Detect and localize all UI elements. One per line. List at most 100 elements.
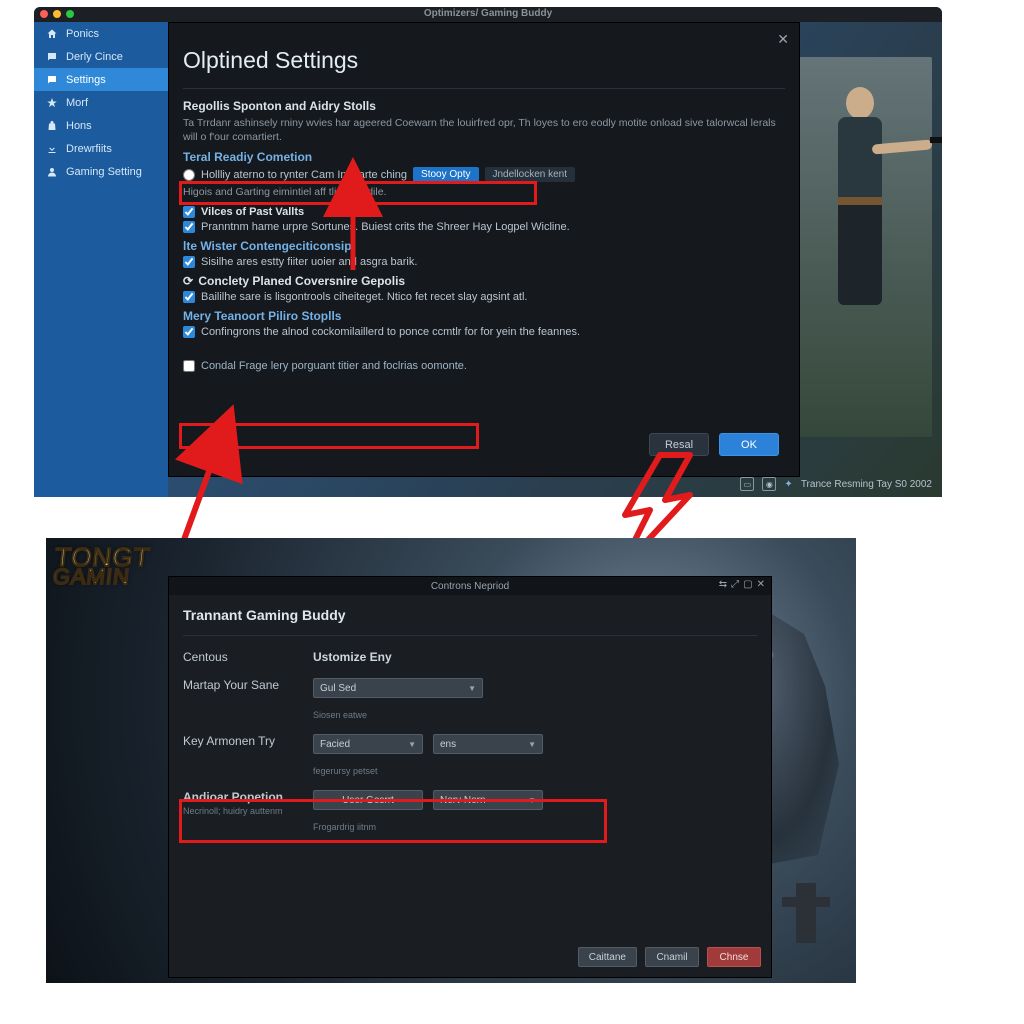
continue-button[interactable]: Caittane bbox=[578, 947, 637, 967]
window-title: Optimizers/ Gaming Buddy bbox=[34, 8, 942, 19]
sidebar-item-morf[interactable]: Morf bbox=[34, 91, 168, 114]
sidebar-item-label: Gaming Setting bbox=[66, 166, 142, 178]
checkbox-row[interactable]: Confingrons the alnod cockomilaillerd to… bbox=[183, 326, 785, 338]
sidebar-item-settings[interactable]: Settings bbox=[34, 68, 168, 91]
sidebar-item-label: Drewrfiits bbox=[66, 143, 112, 155]
checkbox-input[interactable] bbox=[183, 206, 195, 218]
checkbox-label: Condal Frage lery porguant titier and fo… bbox=[201, 360, 467, 372]
section-heading: ⟳ Conclety Planed Coversnire Gepolis bbox=[183, 274, 785, 288]
radio-label: Hollliy aterno to rynter Cam In Marte ch… bbox=[201, 169, 407, 181]
close-button[interactable]: Chnse bbox=[707, 947, 761, 967]
form-label: Andioar Popetion bbox=[183, 790, 313, 804]
checkbox-label: Confingrons the alnod cockomilaillerd to… bbox=[201, 326, 580, 338]
checkbox-row[interactable]: Pranntnm hame urpre Sortunes. Buiest cri… bbox=[183, 221, 785, 233]
status-text: Trance Resming Tay S0 2002 bbox=[801, 479, 932, 490]
checkbox-row[interactable]: Vilces of Past Vallts bbox=[183, 206, 785, 218]
ok-button[interactable]: OK bbox=[719, 433, 779, 456]
option-pill[interactable]: Jndellocken kent bbox=[485, 167, 576, 182]
radio-input[interactable] bbox=[183, 169, 195, 181]
form-label: Martap Your Sane bbox=[183, 678, 313, 692]
option-pill[interactable]: Stooy Opty bbox=[413, 167, 478, 182]
chat-icon bbox=[46, 74, 58, 86]
reset-button[interactable]: Resal bbox=[649, 433, 709, 456]
checkbox-row[interactable]: Condal Frage lery porguant titier and fo… bbox=[183, 360, 785, 372]
select-dropdown[interactable]: ens▼ bbox=[433, 734, 543, 754]
sidebar-item-ponics[interactable]: Ponics bbox=[34, 22, 168, 45]
status-bar: ▭ ◉ ✦ Trance Resming Tay S0 2002 bbox=[740, 477, 932, 491]
cancel-button[interactable]: Cnamil bbox=[645, 947, 699, 967]
game-hero-art bbox=[792, 57, 932, 437]
window-title: Controns Nepriod bbox=[431, 581, 509, 592]
select-dropdown[interactable]: Nerv Norn▼ bbox=[433, 790, 543, 810]
user-icon bbox=[46, 166, 58, 178]
form-hint: Siosen eatwe bbox=[313, 710, 483, 720]
section-heading: lte Wister Contengeciticonsip bbox=[183, 239, 785, 253]
sidebar: Ponics Derly Cince Settings Morf Hons Dr… bbox=[34, 22, 168, 497]
section-heading: Regollis Sponton and Aidry Stolls bbox=[183, 99, 785, 113]
maximize-icon[interactable]: ▢ bbox=[743, 579, 752, 590]
sync-icon[interactable]: ⇆ bbox=[719, 579, 727, 590]
grave-cross-art bbox=[796, 883, 816, 943]
sidebar-item-downloads[interactable]: Drewrfiits bbox=[34, 137, 168, 160]
close-icon[interactable]: ✕ bbox=[757, 579, 765, 590]
checkbox-row[interactable]: Sisilhe ares estty fiiter uoier and asgr… bbox=[183, 256, 785, 268]
radio-row[interactable]: Hollliy aterno to rynter Cam In Marte ch… bbox=[183, 167, 785, 182]
camera-icon[interactable]: ◉ bbox=[762, 477, 776, 491]
form-row: Martap Your Sane Gul Sed▼ Siosen eatwe bbox=[183, 678, 757, 720]
window-titlebar: Controns Nepriod ⇆ ⤢ ▢ ✕ bbox=[169, 577, 771, 595]
panel-heading: Trannant Gaming Buddy bbox=[183, 607, 757, 623]
form-hint: Frogardrig iitnm bbox=[313, 822, 543, 832]
sidebar-item-gaming-setting[interactable]: Gaming Setting bbox=[34, 160, 168, 183]
form-hint: fegerursy petset bbox=[313, 766, 543, 776]
form-row: Key Armonen Try Facied▼ ens▼ fegerursy p… bbox=[183, 734, 757, 776]
dialog-title: Olptined Settings bbox=[183, 47, 785, 74]
checkbox-label: Sisilhe ares estty fiiter uoier and asgr… bbox=[201, 256, 417, 268]
sidebar-item-label: Hons bbox=[66, 120, 92, 132]
checkbox-input[interactable] bbox=[183, 221, 195, 233]
checkbox-label: Pranntnm hame urpre Sortunes. Buiest cri… bbox=[201, 221, 570, 233]
checkbox-input[interactable] bbox=[183, 256, 195, 268]
settings-dialog: ✕ Olptined Settings Regollis Sponton and… bbox=[168, 22, 800, 477]
form-value: Ustomize Eny bbox=[313, 650, 392, 664]
refresh-icon: ⟳ bbox=[183, 274, 195, 288]
select-dropdown[interactable]: Gul Sed▼ bbox=[313, 678, 483, 698]
section-description: Ta Trrdanr ashinsely rniny wvies har age… bbox=[183, 116, 785, 144]
section-heading: Mery Teanoort Piliro Stoplls bbox=[183, 309, 785, 323]
titlebar: Optimizers/ Gaming Buddy bbox=[34, 7, 942, 22]
form-sublabel: Necrinoll; huidry auttenm bbox=[183, 806, 313, 816]
checkbox-input[interactable] bbox=[183, 326, 195, 338]
sidebar-item-label: Settings bbox=[66, 74, 106, 86]
restore-icon[interactable]: ⤢ bbox=[731, 579, 739, 590]
monitor-icon[interactable]: ▭ bbox=[740, 477, 754, 491]
checkbox-input[interactable] bbox=[183, 360, 195, 372]
star-icon bbox=[46, 97, 58, 109]
chat-icon bbox=[46, 51, 58, 63]
chevron-down-icon: ▼ bbox=[468, 684, 476, 693]
form-label: Key Armonen Try bbox=[183, 734, 313, 748]
sidebar-item-label: Morf bbox=[66, 97, 88, 109]
form-label: Centous bbox=[183, 650, 313, 664]
sidebar-item-label: Derly Cince bbox=[66, 51, 123, 63]
sparkle-icon: ✦ bbox=[784, 479, 792, 490]
select-dropdown[interactable]: Facied▼ bbox=[313, 734, 423, 754]
home-icon bbox=[46, 28, 58, 40]
close-icon[interactable]: ✕ bbox=[777, 31, 789, 48]
sidebar-item-hons[interactable]: Hons bbox=[34, 114, 168, 137]
game-logo: TONGTGAMIN bbox=[52, 546, 152, 587]
checkbox-input[interactable] bbox=[183, 291, 195, 303]
chevron-down-icon: ▼ bbox=[528, 740, 536, 749]
form-row: Centous Ustomize Eny bbox=[183, 650, 757, 664]
sidebar-item-label: Ponics bbox=[66, 28, 99, 40]
download-icon bbox=[46, 143, 58, 155]
checkbox-label: Baililhe sare is lisgontrools ciheiteget… bbox=[201, 291, 528, 303]
chevron-down-icon: ▼ bbox=[408, 740, 416, 749]
section-heading: Teral Readiy Cometion bbox=[183, 150, 785, 164]
checkbox-label: Vilces of Past Vallts bbox=[201, 206, 304, 218]
form-row-highlighted: Andioar Popetion Necrinoll; huidry autte… bbox=[183, 790, 757, 832]
user-guest-button[interactable]: User Gesrrt bbox=[313, 790, 423, 810]
checkbox-row[interactable]: Baililhe sare is lisgontrools ciheiteget… bbox=[183, 291, 785, 303]
sidebar-item-derly[interactable]: Derly Cince bbox=[34, 45, 168, 68]
settings-window: Controns Nepriod ⇆ ⤢ ▢ ✕ Trannant Gaming… bbox=[168, 576, 772, 978]
chevron-down-icon: ▼ bbox=[528, 796, 536, 805]
bottom-screenshot: TONGTGAMIN Controns Nepriod ⇆ ⤢ ▢ ✕ Tran… bbox=[46, 538, 856, 983]
